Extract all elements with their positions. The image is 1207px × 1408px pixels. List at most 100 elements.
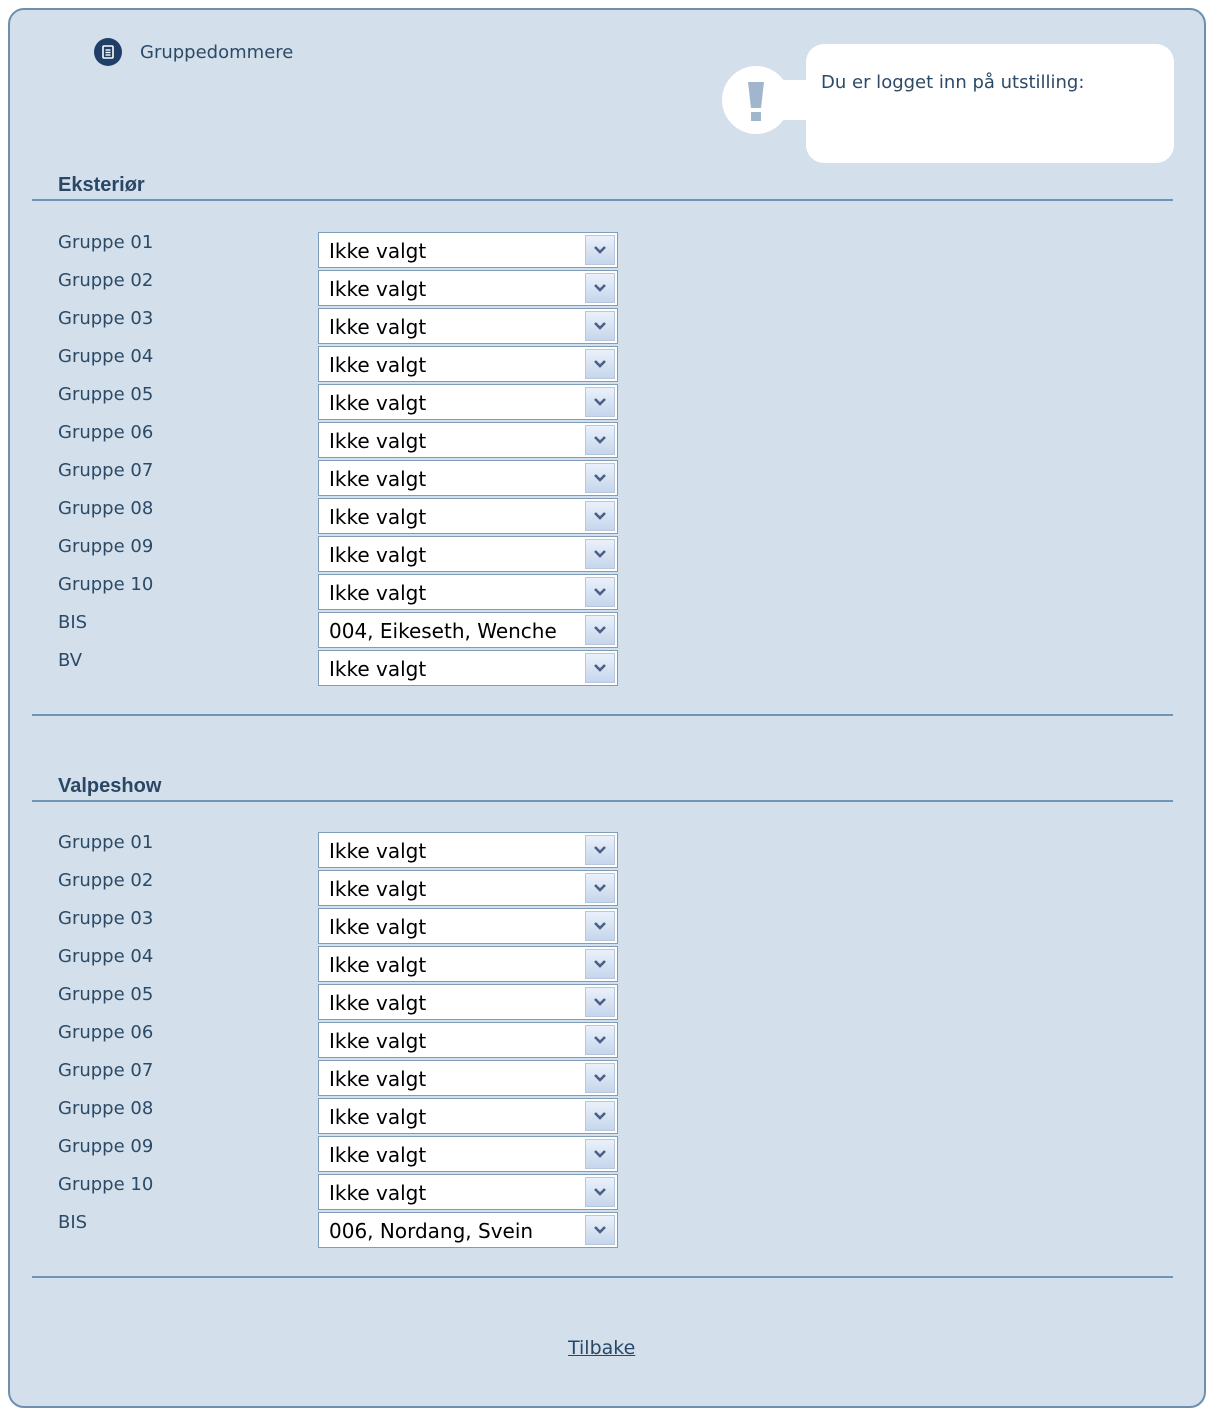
chevron-down-icon (594, 398, 606, 406)
judge-select-value: Ikke valgt (329, 429, 427, 453)
dropdown-button[interactable] (585, 311, 615, 341)
judge-select[interactable]: Ikke valgt (318, 908, 618, 944)
row-label: Gruppe 06 (58, 422, 154, 443)
chevron-down-icon (594, 1150, 606, 1158)
judge-select[interactable]: Ikke valgt (318, 1098, 618, 1134)
dropdown-button[interactable] (585, 873, 615, 903)
dropdown-button[interactable] (585, 1101, 615, 1131)
dropdown-button[interactable] (585, 539, 615, 569)
login-notice (806, 44, 1174, 163)
row-label: Gruppe 07 (58, 1060, 154, 1081)
judge-select-value: Ikke valgt (329, 991, 427, 1015)
exclamation-icon (748, 82, 764, 121)
row-label: Gruppe 08 (58, 498, 154, 519)
judge-select-value: Ikke valgt (329, 277, 427, 301)
chevron-down-icon (594, 284, 606, 292)
row-label: Gruppe 05 (58, 384, 154, 405)
judge-select[interactable]: Ikke valgt (318, 574, 618, 610)
chevron-down-icon (594, 588, 606, 596)
judge-select[interactable]: Ikke valgt (318, 498, 618, 534)
judge-select[interactable]: Ikke valgt (318, 870, 618, 906)
judge-select[interactable]: Ikke valgt (318, 308, 618, 344)
chevron-down-icon (594, 998, 606, 1006)
chevron-down-icon (594, 922, 606, 930)
row-label: Gruppe 10 (58, 1174, 154, 1195)
judge-select[interactable]: Ikke valgt (318, 346, 618, 382)
dropdown-button[interactable] (585, 235, 615, 265)
chevron-down-icon (594, 246, 606, 254)
chevron-down-icon (594, 512, 606, 520)
judge-select[interactable]: Ikke valgt (318, 232, 618, 268)
judge-select-value: Ikke valgt (329, 1143, 427, 1167)
section-bottom-divider (32, 714, 1173, 716)
judge-select[interactable]: Ikke valgt (318, 460, 618, 496)
dropdown-button[interactable] (585, 1215, 615, 1245)
dropdown-button[interactable] (585, 1177, 615, 1207)
row-label: Gruppe 03 (58, 908, 154, 929)
judge-select[interactable]: Ikke valgt (318, 270, 618, 306)
dropdown-button[interactable] (585, 835, 615, 865)
dropdown-button[interactable] (585, 1139, 615, 1169)
judge-select[interactable]: Ikke valgt (318, 1060, 618, 1096)
judge-select[interactable]: Ikke valgt (318, 422, 618, 458)
row-label: Gruppe 09 (58, 536, 154, 557)
judge-select-value: Ikke valgt (329, 839, 427, 863)
row-label: Gruppe 06 (58, 1022, 154, 1043)
dropdown-button[interactable] (585, 911, 615, 941)
dropdown-button[interactable] (585, 949, 615, 979)
row-label: Gruppe 07 (58, 460, 154, 481)
dropdown-button[interactable] (585, 501, 615, 531)
judge-select[interactable]: Ikke valgt (318, 384, 618, 420)
dropdown-button[interactable] (585, 987, 615, 1017)
dropdown-button[interactable] (585, 387, 615, 417)
judge-select-value: Ikke valgt (329, 239, 427, 263)
dropdown-button[interactable] (585, 615, 615, 645)
dropdown-button[interactable] (585, 349, 615, 379)
section-bottom-divider (32, 1276, 1173, 1278)
judge-select[interactable]: 004, Eikeseth, Wenche (318, 612, 618, 648)
chevron-down-icon (594, 1226, 606, 1234)
chevron-down-icon (594, 322, 606, 330)
judge-select[interactable]: Ikke valgt (318, 1022, 618, 1058)
dropdown-button[interactable] (585, 653, 615, 683)
chevron-down-icon (594, 360, 606, 368)
judge-select-value: Ikke valgt (329, 467, 427, 491)
chevron-down-icon (594, 884, 606, 892)
row-label: Gruppe 05 (58, 984, 154, 1005)
section-title-valpeshow: Valpeshow (58, 775, 162, 797)
chevron-down-icon (594, 664, 606, 672)
dropdown-button[interactable] (585, 577, 615, 607)
judge-select[interactable]: Ikke valgt (318, 946, 618, 982)
judge-select[interactable]: Ikke valgt (318, 984, 618, 1020)
back-link[interactable]: Tilbake (568, 1337, 635, 1359)
judge-select[interactable]: 006, Nordang, Svein (318, 1212, 618, 1248)
chevron-down-icon (594, 1074, 606, 1082)
chevron-down-icon (594, 550, 606, 558)
judge-select[interactable]: Ikke valgt (318, 1174, 618, 1210)
chevron-down-icon (594, 960, 606, 968)
row-label: Gruppe 03 (58, 308, 154, 329)
judge-select[interactable]: Ikke valgt (318, 1136, 618, 1172)
login-notice-text: Du er logget inn på utstilling: (821, 72, 1085, 93)
judge-select-value: Ikke valgt (329, 1029, 427, 1053)
judge-select-value: 006, Nordang, Svein (329, 1219, 534, 1243)
chevron-down-icon (594, 846, 606, 854)
gruppedommere-link[interactable]: Gruppedommere (94, 38, 293, 66)
chevron-down-icon (594, 626, 606, 634)
dropdown-button[interactable] (585, 1063, 615, 1093)
chevron-down-icon (594, 1112, 606, 1120)
judge-select-value: Ikke valgt (329, 315, 427, 339)
dropdown-button[interactable] (585, 273, 615, 303)
judge-select[interactable]: Ikke valgt (318, 536, 618, 572)
dropdown-button[interactable] (585, 463, 615, 493)
judge-select[interactable]: Ikke valgt (318, 650, 618, 686)
chevron-down-icon (594, 1188, 606, 1196)
judge-select[interactable]: Ikke valgt (318, 832, 618, 868)
judge-select-value: Ikke valgt (329, 915, 427, 939)
dropdown-button[interactable] (585, 425, 615, 455)
row-label: Gruppe 02 (58, 870, 154, 891)
dropdown-button[interactable] (585, 1025, 615, 1055)
judge-select-value: Ikke valgt (329, 953, 427, 977)
row-label: Gruppe 02 (58, 270, 154, 291)
row-label: BIS (58, 1212, 88, 1233)
